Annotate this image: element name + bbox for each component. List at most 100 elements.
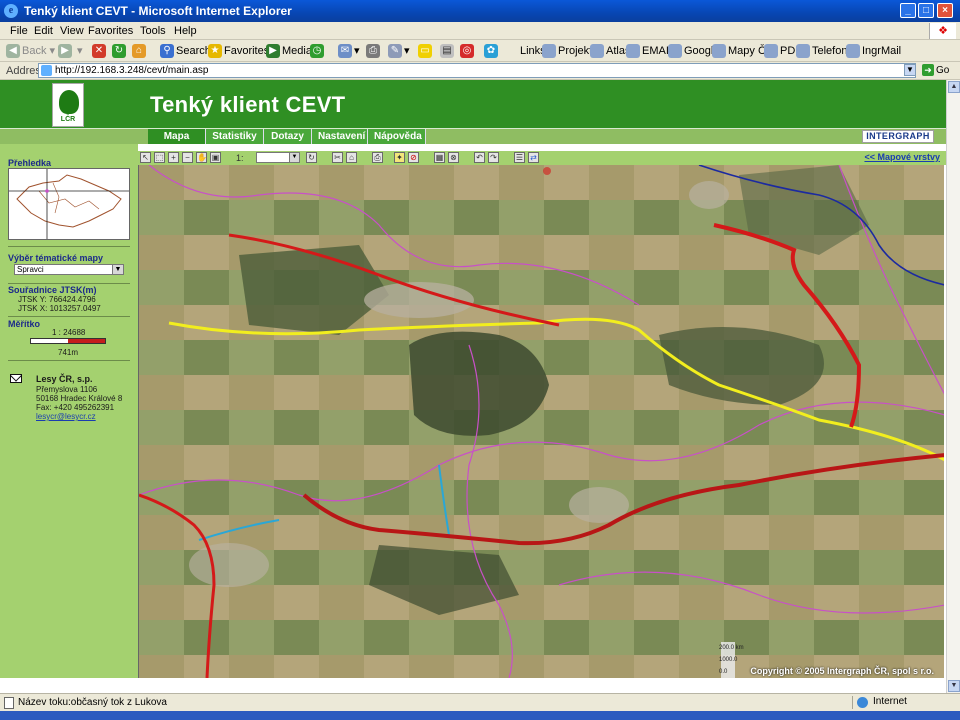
contact-email-link[interactable]: lesycr@lesycr.cz [36, 412, 96, 421]
discuss-icon: ▤ [440, 44, 454, 59]
search-icon: ⚲ [160, 44, 174, 59]
menu-help[interactable]: Help [174, 25, 197, 37]
tab-dotazy[interactable]: Dotazy [264, 129, 312, 144]
page-icon [41, 65, 52, 76]
select-tool-button[interactable]: ↖ [140, 152, 151, 163]
lightbulb-icon[interactable]: ✦ [394, 152, 405, 163]
map-canvas: 200.0 km 1000.0 0.0 [139, 165, 944, 678]
contact-name: Lesy ČR, s.p. [36, 374, 93, 384]
history-button[interactable]: ◷ [310, 43, 326, 59]
print-button[interactable]: ⎙ [366, 43, 382, 59]
notes-button[interactable]: ▭ [418, 43, 434, 59]
zone-label: Internet [873, 696, 907, 707]
address-input[interactable]: http://192.168.3.248/cevt/main.asp [38, 63, 916, 78]
maximize-button[interactable]: □ [918, 3, 934, 18]
remove-button[interactable]: ⊗ [448, 152, 459, 163]
address-bar: Address http://192.168.3.248/cevt/main.a… [0, 62, 960, 80]
tab-napoveda[interactable]: Nápověda [368, 129, 426, 144]
link-page-icon [712, 44, 726, 59]
page-content: LČR Tenký klient CEVT Mapa Statistiky Do… [0, 80, 960, 693]
edit-page-button[interactable]: ✎ ▾ [388, 43, 410, 59]
history-icon: ◷ [310, 44, 324, 59]
measure-button[interactable]: ✂ [332, 152, 343, 163]
refresh-icon: ↻ [112, 44, 126, 59]
refresh-map-button[interactable]: ↻ [306, 152, 317, 163]
leaf-icon [59, 90, 79, 114]
zoom-in-button[interactable]: + [168, 152, 179, 163]
forward-button[interactable]: ▶ ▾ [58, 43, 83, 59]
map-view[interactable]: 200.0 km 1000.0 0.0 Copyright © 2005 Int… [138, 165, 944, 678]
redo-button[interactable]: ↷ [488, 152, 499, 163]
menu-view[interactable]: View [60, 25, 84, 37]
swap-button[interactable]: ⇄ [528, 152, 539, 163]
divider [8, 360, 130, 361]
zoom-window-button[interactable]: ⬚ [154, 152, 165, 163]
scroll-up-icon[interactable]: ▲ [948, 81, 960, 93]
close-button[interactable]: × [937, 3, 953, 18]
address-dropdown-button[interactable]: ▼ [904, 64, 916, 76]
research-button[interactable]: ✿ [484, 43, 500, 59]
contact-city: 50168 Hradec Králové 8 [36, 394, 123, 403]
legend-label: 200.0 km [719, 645, 744, 651]
windows-logo-icon: ❖ [929, 23, 956, 39]
edit-icon: ✎ [388, 44, 402, 59]
mail-icon: ✉ [338, 44, 352, 59]
map-layers-link[interactable]: << Mapové vrstvy [864, 152, 940, 162]
mail-button[interactable]: ✉ ▾ [338, 43, 360, 59]
print-map-button[interactable]: ⎙ [372, 152, 383, 163]
chevron-down-icon: ▼ [289, 153, 299, 162]
scale-title: Měřítko [8, 319, 41, 329]
link-telefony[interactable]: Telefony [796, 43, 853, 59]
window-title: Tenký klient CEVT - Microsoft Internet E… [24, 4, 292, 18]
app-title: Tenký klient CEVT [150, 92, 346, 117]
media-button[interactable]: ▶ Media [266, 43, 312, 59]
legend-button[interactable]: ☰ [514, 152, 525, 163]
app-banner: LČR Tenký klient CEVT [0, 80, 946, 128]
menu-edit[interactable]: Edit [34, 25, 53, 37]
scroll-down-icon[interactable]: ▼ [948, 680, 960, 692]
tab-nastaveni[interactable]: Nastavení [312, 129, 368, 144]
messenger-button[interactable]: ◎ [460, 43, 476, 59]
home-icon: ⌂ [132, 44, 146, 59]
globe-icon [857, 697, 868, 708]
ie-icon: e [4, 4, 18, 18]
back-button[interactable]: ◀ Back ▾ [6, 43, 55, 59]
legend-label: 0.0 [719, 669, 728, 675]
favorites-button[interactable]: ★ Favorites [208, 43, 269, 59]
query-button[interactable]: ⌂ [346, 152, 357, 163]
undo-button[interactable]: ↶ [474, 152, 485, 163]
browser-toolbar: ◀ Back ▾ ▶ ▾ ✕ ↻ ⌂ ⚲ Search ★ Favorites ▶ Me… [0, 40, 960, 62]
zoom-out-button[interactable]: − [182, 152, 193, 163]
scale-select[interactable]: ▼ [256, 152, 300, 163]
thematic-map-select[interactable]: Spravci ▼ [14, 264, 124, 275]
divider [8, 283, 130, 284]
link-atlas[interactable]: Atlas [590, 43, 630, 59]
home-button[interactable]: ⌂ [132, 43, 148, 59]
overview-map[interactable] [8, 168, 130, 240]
go-button[interactable]: ➜ Go [922, 64, 949, 76]
map-marker [543, 167, 551, 175]
link-ingrmail[interactable]: IngrMail [846, 43, 901, 59]
minimize-button[interactable]: _ [900, 3, 916, 18]
stop-button[interactable]: ✕ [92, 43, 108, 59]
divider [8, 316, 130, 317]
jtsk-y-readout: JTSK Y: 766424.4796 [18, 295, 96, 304]
search-button[interactable]: ⚲ Search [160, 43, 211, 59]
full-extent-button[interactable]: ▣ [210, 152, 221, 163]
tab-mapa[interactable]: Mapa [148, 129, 206, 144]
refresh-button[interactable]: ↻ [112, 43, 128, 59]
menu-file[interactable]: File [10, 25, 28, 37]
messenger-icon: ◎ [460, 44, 474, 59]
page-scrollbar[interactable]: ▲ ▼ [946, 80, 960, 693]
discuss-button[interactable]: ▤ [440, 43, 456, 59]
identify-button[interactable]: ▦ [434, 152, 445, 163]
app-tabs: Mapa Statistiky Dotazy Nastavení Nápověd… [0, 128, 946, 144]
menu-favorites[interactable]: Favorites [88, 25, 133, 37]
media-icon: ▶ [266, 44, 280, 59]
clear-button[interactable]: ⊘ [408, 152, 419, 163]
tab-statistiky[interactable]: Statistiky [206, 129, 264, 144]
menu-tools[interactable]: Tools [140, 25, 166, 37]
intergraph-logo: INTERGRAPH [862, 130, 934, 143]
pan-button[interactable]: ✋ [196, 152, 207, 163]
notes-icon: ▭ [418, 44, 432, 59]
